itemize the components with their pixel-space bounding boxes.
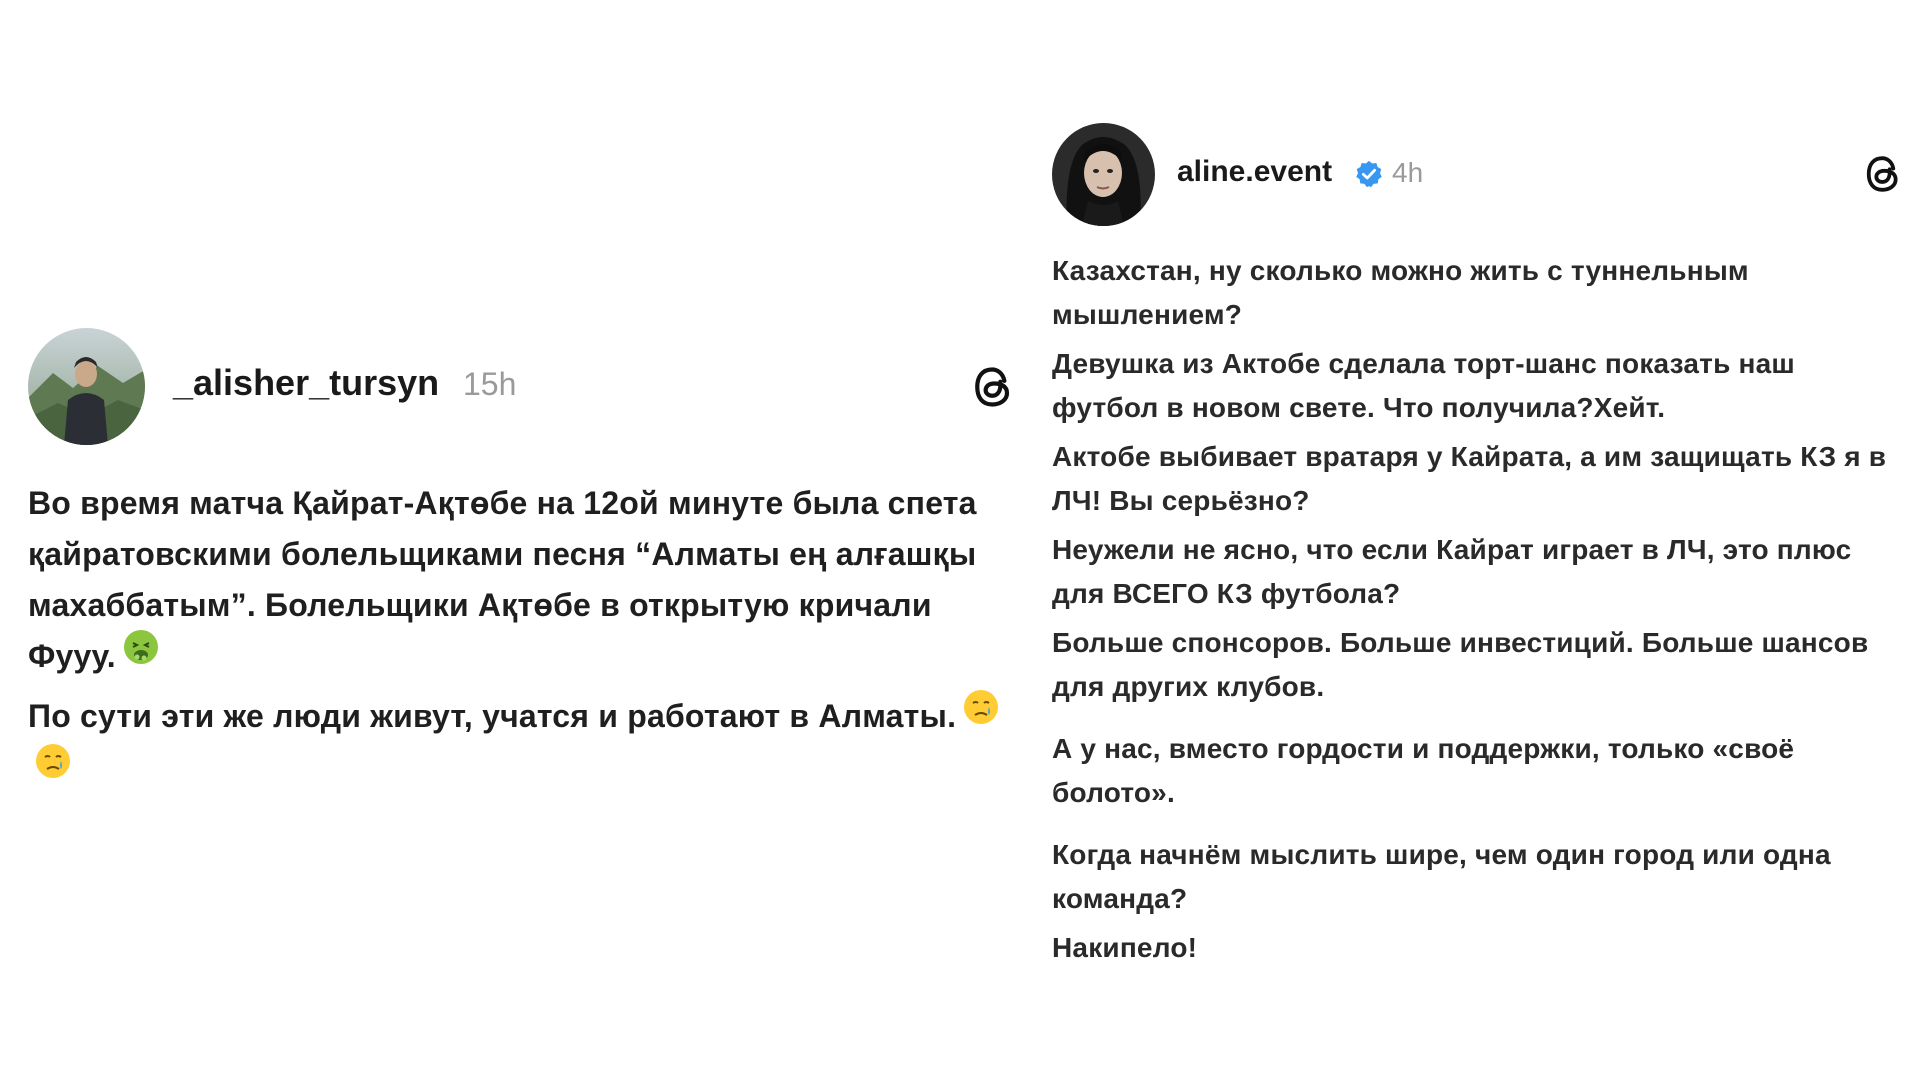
crying-face-emoji (34, 742, 72, 795)
post-paragraph: Накипело! (1052, 932, 1198, 963)
post-right: aline.event 4h Казахстан, ну сколько мож… (1052, 123, 1902, 975)
threads-icon[interactable] (1864, 153, 1902, 195)
post-paragraph: Актобе выбивает вратаря у Кайрата, а им … (1052, 441, 1887, 516)
paragraph-text: По сути эти же люди живут, учатся и рабо… (28, 698, 957, 735)
username[interactable]: _alisher_tursyn (173, 362, 439, 404)
avatar[interactable] (28, 328, 145, 445)
post-time: 15h (463, 366, 517, 402)
threads-icon[interactable] (972, 364, 1014, 410)
post-paragraph: Когда начнём мыслить шире, чем один горо… (1052, 839, 1831, 914)
nauseated-face-emoji (122, 628, 160, 681)
post-paragraph: Неужели не ясно, что если Кайрат играет … (1052, 534, 1852, 609)
avatar[interactable] (1052, 123, 1155, 226)
post-body: Казахстан, ну сколько можно жить с тунне… (1052, 249, 1902, 970)
post-paragraph: По сути эти же люди живут, учатся и рабо… (28, 688, 1018, 799)
post-header: aline.event 4h (1052, 123, 1902, 227)
post-body: Во время матча Қайрат-Ақтөбе на 12ой мин… (28, 478, 1018, 799)
post-header: _alisher_tursyn 15h (28, 328, 1018, 446)
username[interactable]: aline.event (1177, 155, 1332, 189)
post-paragraph: Больше спонсоров. Больше инвестиций. Бол… (1052, 627, 1869, 702)
verified-badge-icon (1354, 159, 1384, 189)
paragraph-text: Во время матча Қайрат-Ақтөбе на 12ой мин… (28, 485, 977, 674)
post-paragraph: Девушка из Актобе сделала торт-шанс пока… (1052, 348, 1795, 423)
post-left: _alisher_tursyn 15h Во время матча Қайра… (28, 328, 1018, 805)
post-paragraph: Казахстан, ну сколько можно жить с тунне… (1052, 255, 1749, 330)
post-paragraph: Во время матча Қайрат-Ақтөбе на 12ой мин… (28, 478, 1018, 685)
crying-face-emoji (962, 688, 1000, 741)
post-paragraph: А у нас, вместо гордости и поддержки, то… (1052, 733, 1795, 808)
post-time: 4h (1392, 157, 1424, 188)
